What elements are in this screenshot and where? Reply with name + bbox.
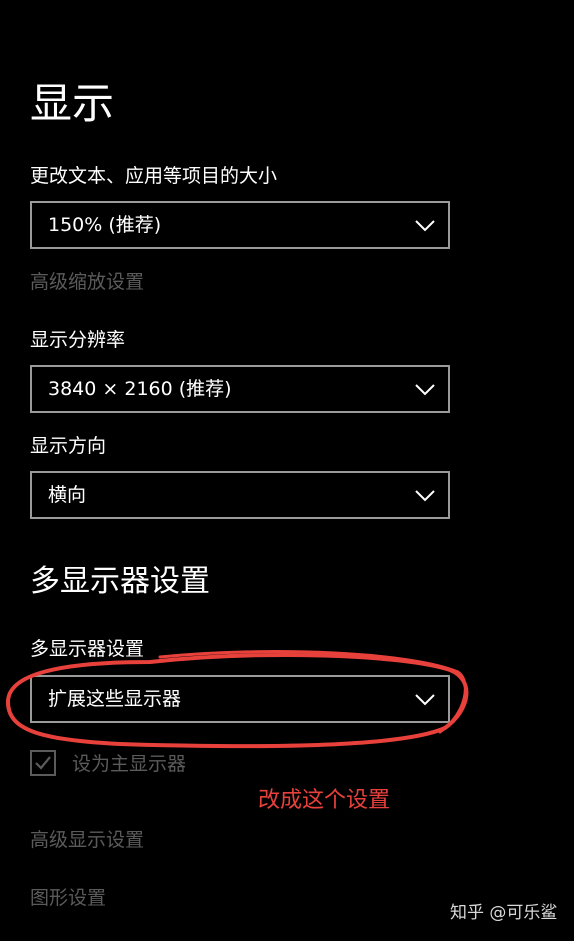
advanced-scaling-link[interactable]: 高级缩放设置: [30, 269, 144, 295]
multi-display-label: 多显示器设置: [30, 638, 145, 660]
multi-display-dropdown[interactable]: 扩展这些显示器: [30, 675, 450, 723]
multi-display-section-title: 多显示器设置: [30, 564, 210, 599]
resolution-label: 显示分辨率: [30, 329, 126, 351]
watermark: 知乎 @可乐鲨: [450, 903, 558, 923]
orientation-dropdown[interactable]: 横向: [30, 471, 450, 519]
scale-dropdown[interactable]: 150% (推荐): [30, 201, 450, 249]
multi-display-dropdown-value: 扩展这些显示器: [48, 688, 182, 710]
resolution-dropdown-value: 3840 × 2160 (推荐): [48, 378, 232, 400]
chevron-down-icon: [415, 490, 435, 502]
advanced-display-settings-link[interactable]: 高级显示设置: [30, 827, 144, 853]
chevron-down-icon: [415, 220, 435, 232]
page-title: 显示: [30, 79, 115, 128]
resolution-dropdown[interactable]: 3840 × 2160 (推荐): [30, 365, 450, 413]
checkmark-icon: [35, 756, 51, 770]
scale-label: 更改文本、应用等项目的大小: [30, 165, 278, 187]
graphics-settings-link[interactable]: 图形设置: [30, 885, 106, 911]
scale-dropdown-value: 150% (推荐): [48, 214, 162, 236]
annotation-text: 改成这个设置: [258, 788, 391, 813]
chevron-down-icon: [415, 694, 435, 706]
chevron-down-icon: [415, 384, 435, 396]
main-display-checkbox-label: 设为主显示器: [72, 753, 187, 775]
main-display-checkbox[interactable]: [30, 750, 56, 776]
orientation-label: 显示方向: [30, 435, 107, 457]
orientation-dropdown-value: 横向: [48, 484, 87, 506]
